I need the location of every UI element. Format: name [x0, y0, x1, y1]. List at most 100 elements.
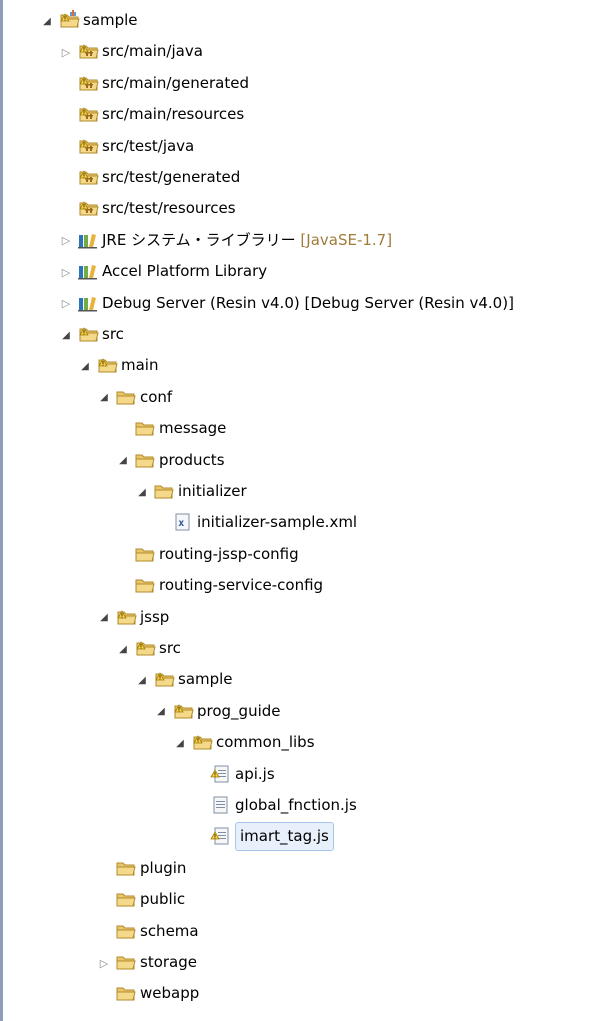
tree-node-label: src/test/java	[102, 131, 194, 162]
expand-arrow-icon[interactable]: ▷	[60, 234, 72, 247]
folder-icon	[115, 952, 137, 972]
folder-icon	[134, 575, 156, 595]
node-name: webapp	[140, 984, 200, 1003]
expand-arrow-icon[interactable]: ▷	[60, 46, 72, 59]
tree-node-debug-server-resin-v4-0-debug-server-resin-v4-0[interactable]: ▷ Debug Server (Resin v4.0) [Debug Server…	[0, 288, 593, 319]
tree-node-accel-platform-library[interactable]: ▷ Accel Platform Library	[0, 256, 593, 287]
collapse-arrow-icon[interactable]: ◢	[136, 486, 148, 498]
node-name: initializer-sample.xml	[197, 513, 358, 532]
xml-file-icon: x	[172, 512, 194, 532]
tree-node-src[interactable]: ◢ src	[0, 319, 593, 350]
node-name: global_fnction.js	[235, 796, 357, 814]
tree-node-src[interactable]: ◢ src	[0, 633, 593, 664]
tree-node-label: webapp	[140, 978, 199, 1009]
folder-warning-icon	[172, 701, 194, 721]
node-name: initializer	[178, 482, 247, 500]
source-folder-icon	[77, 41, 99, 61]
tree-node-label: plugin	[140, 853, 186, 884]
tree-node-sample[interactable]: ◢ sample	[0, 5, 593, 36]
js-file-icon	[210, 795, 232, 815]
node-name: api.js	[235, 764, 275, 783]
collapse-arrow-icon[interactable]: ◢	[136, 674, 148, 686]
collapse-arrow-icon[interactable]: ◢	[174, 737, 186, 749]
node-decoration: [JavaSE-1.7]	[295, 230, 393, 249]
expand-arrow-icon[interactable]: ▷	[60, 266, 72, 279]
tree-node-products[interactable]: ◢ products	[0, 445, 593, 476]
tree-node-src-main-java[interactable]: ▷ src/main/java	[0, 36, 593, 67]
tree-node-label: public	[140, 884, 185, 915]
tree-node-label: jssp	[140, 602, 169, 633]
tree-node-initializer[interactable]: ◢ initializer	[0, 476, 593, 507]
node-name: public	[140, 890, 186, 909]
tree-node-src-test-resources[interactable]: src/test/resources	[0, 193, 593, 224]
tree-node-message[interactable]: message	[0, 413, 593, 444]
tree-node-src-main-generated[interactable]: src/main/generated	[0, 68, 593, 99]
tree-node-src-test-generated[interactable]: src/test/generated	[0, 162, 593, 193]
tree-node-public[interactable]: public	[0, 884, 593, 915]
tree-node-label: message	[159, 413, 226, 444]
collapse-arrow-icon[interactable]: ◢	[155, 706, 167, 718]
library-icon	[77, 261, 99, 281]
tree-node-label: initializer-sample.xml	[197, 507, 357, 538]
tree-node-conf[interactable]: ◢ conf	[0, 382, 593, 413]
node-name: src/test/resources	[102, 199, 236, 218]
source-folder-icon	[77, 167, 99, 187]
js-file-warning-icon	[210, 826, 232, 846]
tree-node-src-test-java[interactable]: src/test/java	[0, 131, 593, 162]
tree-node-jre[interactable]: ▷ JRE システム・ライブラリー [JavaSE-1.7]	[0, 225, 593, 256]
tree-node-label: storage	[140, 947, 197, 978]
collapse-arrow-icon[interactable]: ◢	[60, 329, 72, 341]
tree-node-imart-tag-js[interactable]: imart_tag.js	[0, 821, 593, 852]
tree-node-src-main-resources[interactable]: src/main/resources	[0, 99, 593, 130]
tree-node-global-fnction-js[interactable]: global_fnction.js	[0, 790, 593, 821]
source-folder-icon	[77, 73, 99, 93]
expand-arrow-icon[interactable]: ▷	[98, 957, 110, 970]
collapse-arrow-icon[interactable]: ◢	[117, 455, 129, 467]
tree-node-label: main	[121, 350, 158, 381]
tree-node-label: imart_tag.js	[235, 822, 334, 852]
tree-node-label: initializer	[178, 476, 247, 507]
collapse-arrow-icon[interactable]: ◢	[41, 15, 53, 27]
tree-node-label: src/main/resources	[102, 99, 244, 130]
tree-node-prog-guide[interactable]: ◢ prog_guide	[0, 696, 593, 727]
node-name: routing-service-config	[159, 576, 324, 595]
library-icon	[77, 230, 99, 250]
tree-node-storage[interactable]: ▷ storage	[0, 947, 593, 978]
tree-node-jssp[interactable]: ◢ jssp	[0, 602, 593, 633]
node-name: Accel Platform Library	[102, 262, 268, 281]
folder-icon	[115, 858, 137, 878]
node-name: imart_tag.js	[240, 827, 329, 846]
tree-node-initializer-sample-xml[interactable]: x initializer-sample.xml	[0, 507, 593, 538]
node-name: products	[159, 450, 225, 469]
source-folder-icon	[77, 198, 99, 218]
folder-icon	[134, 418, 156, 438]
folder-icon	[115, 921, 137, 941]
tree-node-label: src	[102, 319, 124, 350]
node-name: jssp	[140, 607, 170, 626]
tree-node-api-js[interactable]: api.js	[0, 759, 593, 790]
tree-node-main[interactable]: ◢ main	[0, 350, 593, 381]
folder-warning-icon	[115, 607, 137, 627]
library-icon	[77, 293, 99, 313]
tree-node-routing-service-config[interactable]: routing-service-config	[0, 570, 593, 601]
tree-node-routing-jssp-config[interactable]: routing-jssp-config	[0, 539, 593, 570]
folder-warning-icon	[191, 732, 213, 752]
tree-node-sample[interactable]: ◢ sample	[0, 664, 593, 695]
node-name: plugin	[140, 858, 187, 877]
expand-arrow-icon[interactable]: ▷	[60, 297, 72, 310]
collapse-arrow-icon[interactable]: ◢	[98, 612, 110, 624]
tree-node-plugin[interactable]: plugin	[0, 853, 593, 884]
folder-icon	[134, 544, 156, 564]
collapse-arrow-icon[interactable]: ◢	[117, 643, 129, 655]
tree-node-label: conf	[140, 382, 172, 413]
node-name: JRE システム・ライブラリー	[102, 230, 296, 249]
collapse-arrow-icon[interactable]: ◢	[79, 360, 91, 372]
tree-node-schema[interactable]: schema	[0, 916, 593, 947]
folder-warning-icon	[96, 355, 118, 375]
tree-node-common-libs[interactable]: ◢ common_libs	[0, 727, 593, 758]
tree-node-webapp[interactable]: webapp	[0, 978, 593, 1009]
node-name: storage	[140, 953, 197, 971]
tree-node-label: src/test/resources	[102, 193, 236, 224]
collapse-arrow-icon[interactable]: ◢	[98, 392, 110, 404]
tree-node-label: global_fnction.js	[235, 790, 357, 821]
